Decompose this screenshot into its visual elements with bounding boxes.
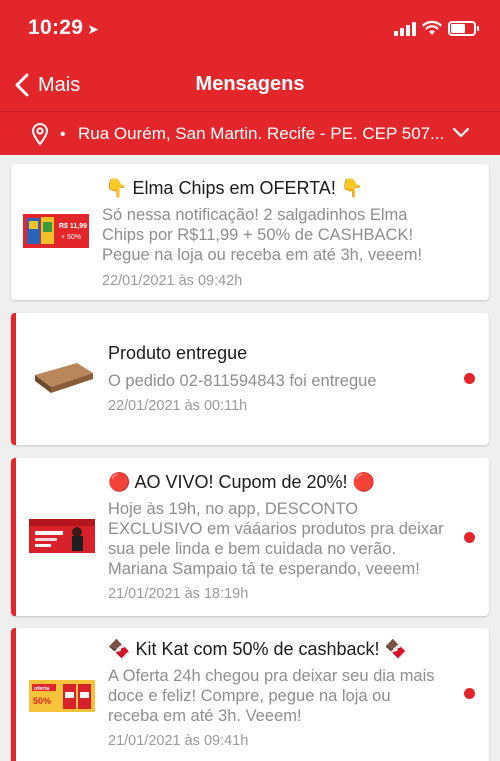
message-date: 21/01/2021 às 18:19h [108, 586, 249, 602]
thumb-promo: 50% [33, 696, 51, 706]
status-time: 10:29 ➤ [28, 16, 99, 40]
message-body: A Oferta 24h chegou pra deixar seu dia m… [108, 667, 435, 725]
message-body: Hoje às 19h, no app, DESCONTO EXCLUSIVO … [108, 500, 444, 578]
message-date: 22/01/2021 às 09:42h [102, 273, 243, 289]
red-circle-icon: 🔴 [352, 472, 375, 492]
live-coupon-thumbnail [29, 519, 95, 553]
address-bullet: • [60, 126, 66, 143]
battery-icon [448, 21, 479, 36]
message-card[interactable]: 🔴 AO VIVO! Cupom de 20%! 🔴 Hoje às 19h, … [11, 458, 489, 616]
address-selector[interactable]: • Rua Ourém, San Martin. Recife - PE. CE… [0, 111, 500, 155]
message-title: 🔴 AO VIVO! Cupom de 20%! 🔴 [108, 472, 375, 492]
kitkat-offer-thumbnail: oferta 50% [29, 680, 95, 712]
message-title: Produto entregue [108, 343, 248, 363]
thumb-promo: + 50% [61, 234, 81, 241]
red-circle-icon: 🔴 [108, 472, 131, 492]
chevron-down-icon [452, 127, 470, 138]
message-card[interactable]: R$ 11,99 + 50% 👇 Elma Chips em OFERTA! 👇… [11, 164, 489, 300]
chocolate-bar-icon: 🍫 [108, 639, 131, 659]
message-title: 👇 Elma Chips em OFERTA! 👇 [105, 178, 364, 198]
unread-indicator [464, 532, 475, 543]
message-date: 22/01/2021 às 00:11h [108, 398, 248, 414]
nav-bar: Mais Mensagens [0, 58, 500, 111]
page-title: Mensagens [195, 73, 305, 95]
product-box-thumbnail [35, 363, 93, 393]
status-bar: 10:29 ➤ [0, 0, 500, 58]
wifi-icon [422, 20, 442, 35]
elma-chips-thumbnail: R$ 11,99 + 50% [23, 214, 89, 248]
thumb-brand: oferta [34, 686, 50, 692]
message-body: O pedido 02-811594843 foi entregue [108, 372, 377, 390]
address-text: Rua Ourém, San Martin. Recife - PE. CEP … [78, 124, 445, 143]
message-title: 🍫 Kit Kat com 50% de cashback! 🍫 [108, 639, 407, 659]
thumb-price: R$ 11,99 [59, 223, 87, 230]
unread-indicator [464, 688, 475, 699]
location-arrow-icon: ➤ [87, 21, 100, 37]
chocolate-bar-icon: 🍫 [384, 639, 407, 659]
pointing-down-icon: 👇 [105, 178, 128, 198]
location-pin-icon [31, 123, 49, 146]
cellular-signal-icon [394, 22, 418, 36]
message-card[interactable]: oferta 50% 🍫 Kit Kat com 50% de cashback… [11, 628, 489, 761]
message-card[interactable]: Produto entregue O pedido 02-811594843 f… [11, 313, 489, 445]
pointing-down-icon: 👇 [340, 178, 364, 198]
message-date: 21/01/2021 às 09:41h [108, 733, 249, 749]
clock-text: 10:29 [28, 16, 84, 39]
unread-indicator [464, 373, 475, 384]
message-body: Só nessa notificação! 2 salgadinhos Elma… [102, 206, 423, 264]
